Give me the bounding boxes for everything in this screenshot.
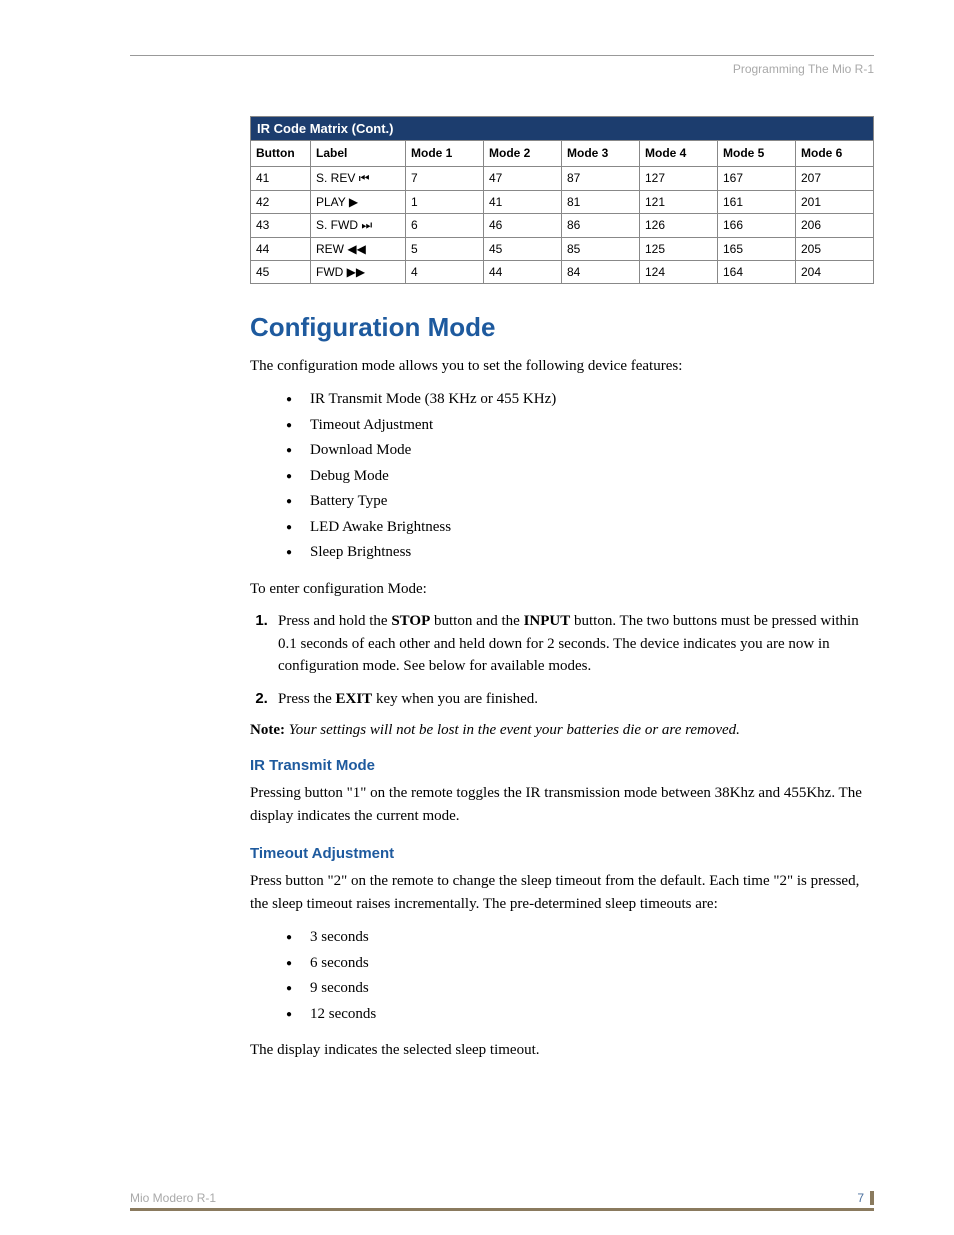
ir-code-matrix-table: IR Code Matrix (Cont.) Button Label Mode… [250,116,874,284]
enter-config-label: To enter configuration Mode: [250,578,874,601]
rew-icon: ◀◀ [347,242,365,256]
table-title: IR Code Matrix (Cont.) [251,117,874,141]
ir-transmit-body: Pressing button "1" on the remote toggle… [250,782,874,827]
table-row: 41S. REV ⏮74787127167207 [251,166,874,190]
config-steps: Press and hold the STOP button and the I… [250,610,874,710]
step-1: Press and hold the STOP button and the I… [272,610,874,678]
config-intro: The configuration mode allows you to set… [250,355,874,378]
config-mode-heading: Configuration Mode [250,312,874,343]
footer-page-number: 7 [857,1191,874,1205]
play-icon: ▶ [349,195,358,209]
ffwd-icon: ▶▶ [347,265,365,279]
table-row: 44REW ◀◀54585125165205 [251,237,874,260]
table-row: 42PLAY ▶14181121161201 [251,190,874,213]
table-header-row: Button Label Mode 1 Mode 2 Mode 3 Mode 4… [251,141,874,167]
list-item: 3 seconds [310,925,874,951]
list-item: 12 seconds [310,1002,874,1028]
feature-list: IR Transmit Mode (38 KHz or 455 KHz)Time… [250,387,874,566]
timeout-intro: Press button "2" on the remote to change… [250,870,874,915]
list-item: Download Mode [310,438,874,464]
list-item: IR Transmit Mode (38 KHz or 455 KHz) [310,387,874,413]
footer-doc-name: Mio Modero R-1 [130,1191,216,1205]
table-row: 43S. FWD ⏭64686126166206 [251,213,874,237]
ir-transmit-heading: IR Transmit Mode [250,757,874,774]
list-item: 6 seconds [310,951,874,977]
list-item: Sleep Brightness [310,540,874,566]
page-header-section: Programming The Mio R-1 [130,62,874,76]
timeout-outro: The display indicates the selected sleep… [250,1039,874,1062]
config-note: Note: Your settings will not be lost in … [250,722,874,739]
skip-prev-icon: ⏮ [359,171,370,185]
list-item: 9 seconds [310,976,874,1002]
list-item: Debug Mode [310,464,874,490]
timeout-heading: Timeout Adjustment [250,845,874,862]
table-row: 45FWD ▶▶44484124164204 [251,260,874,283]
list-item: Battery Type [310,489,874,515]
list-item: LED Awake Brightness [310,515,874,541]
step-2: Press the EXIT key when you are finished… [272,688,874,711]
timeout-list: 3 seconds6 seconds9 seconds12 seconds [250,925,874,1027]
skip-next-icon: ⏭ [361,218,372,232]
list-item: Timeout Adjustment [310,413,874,439]
